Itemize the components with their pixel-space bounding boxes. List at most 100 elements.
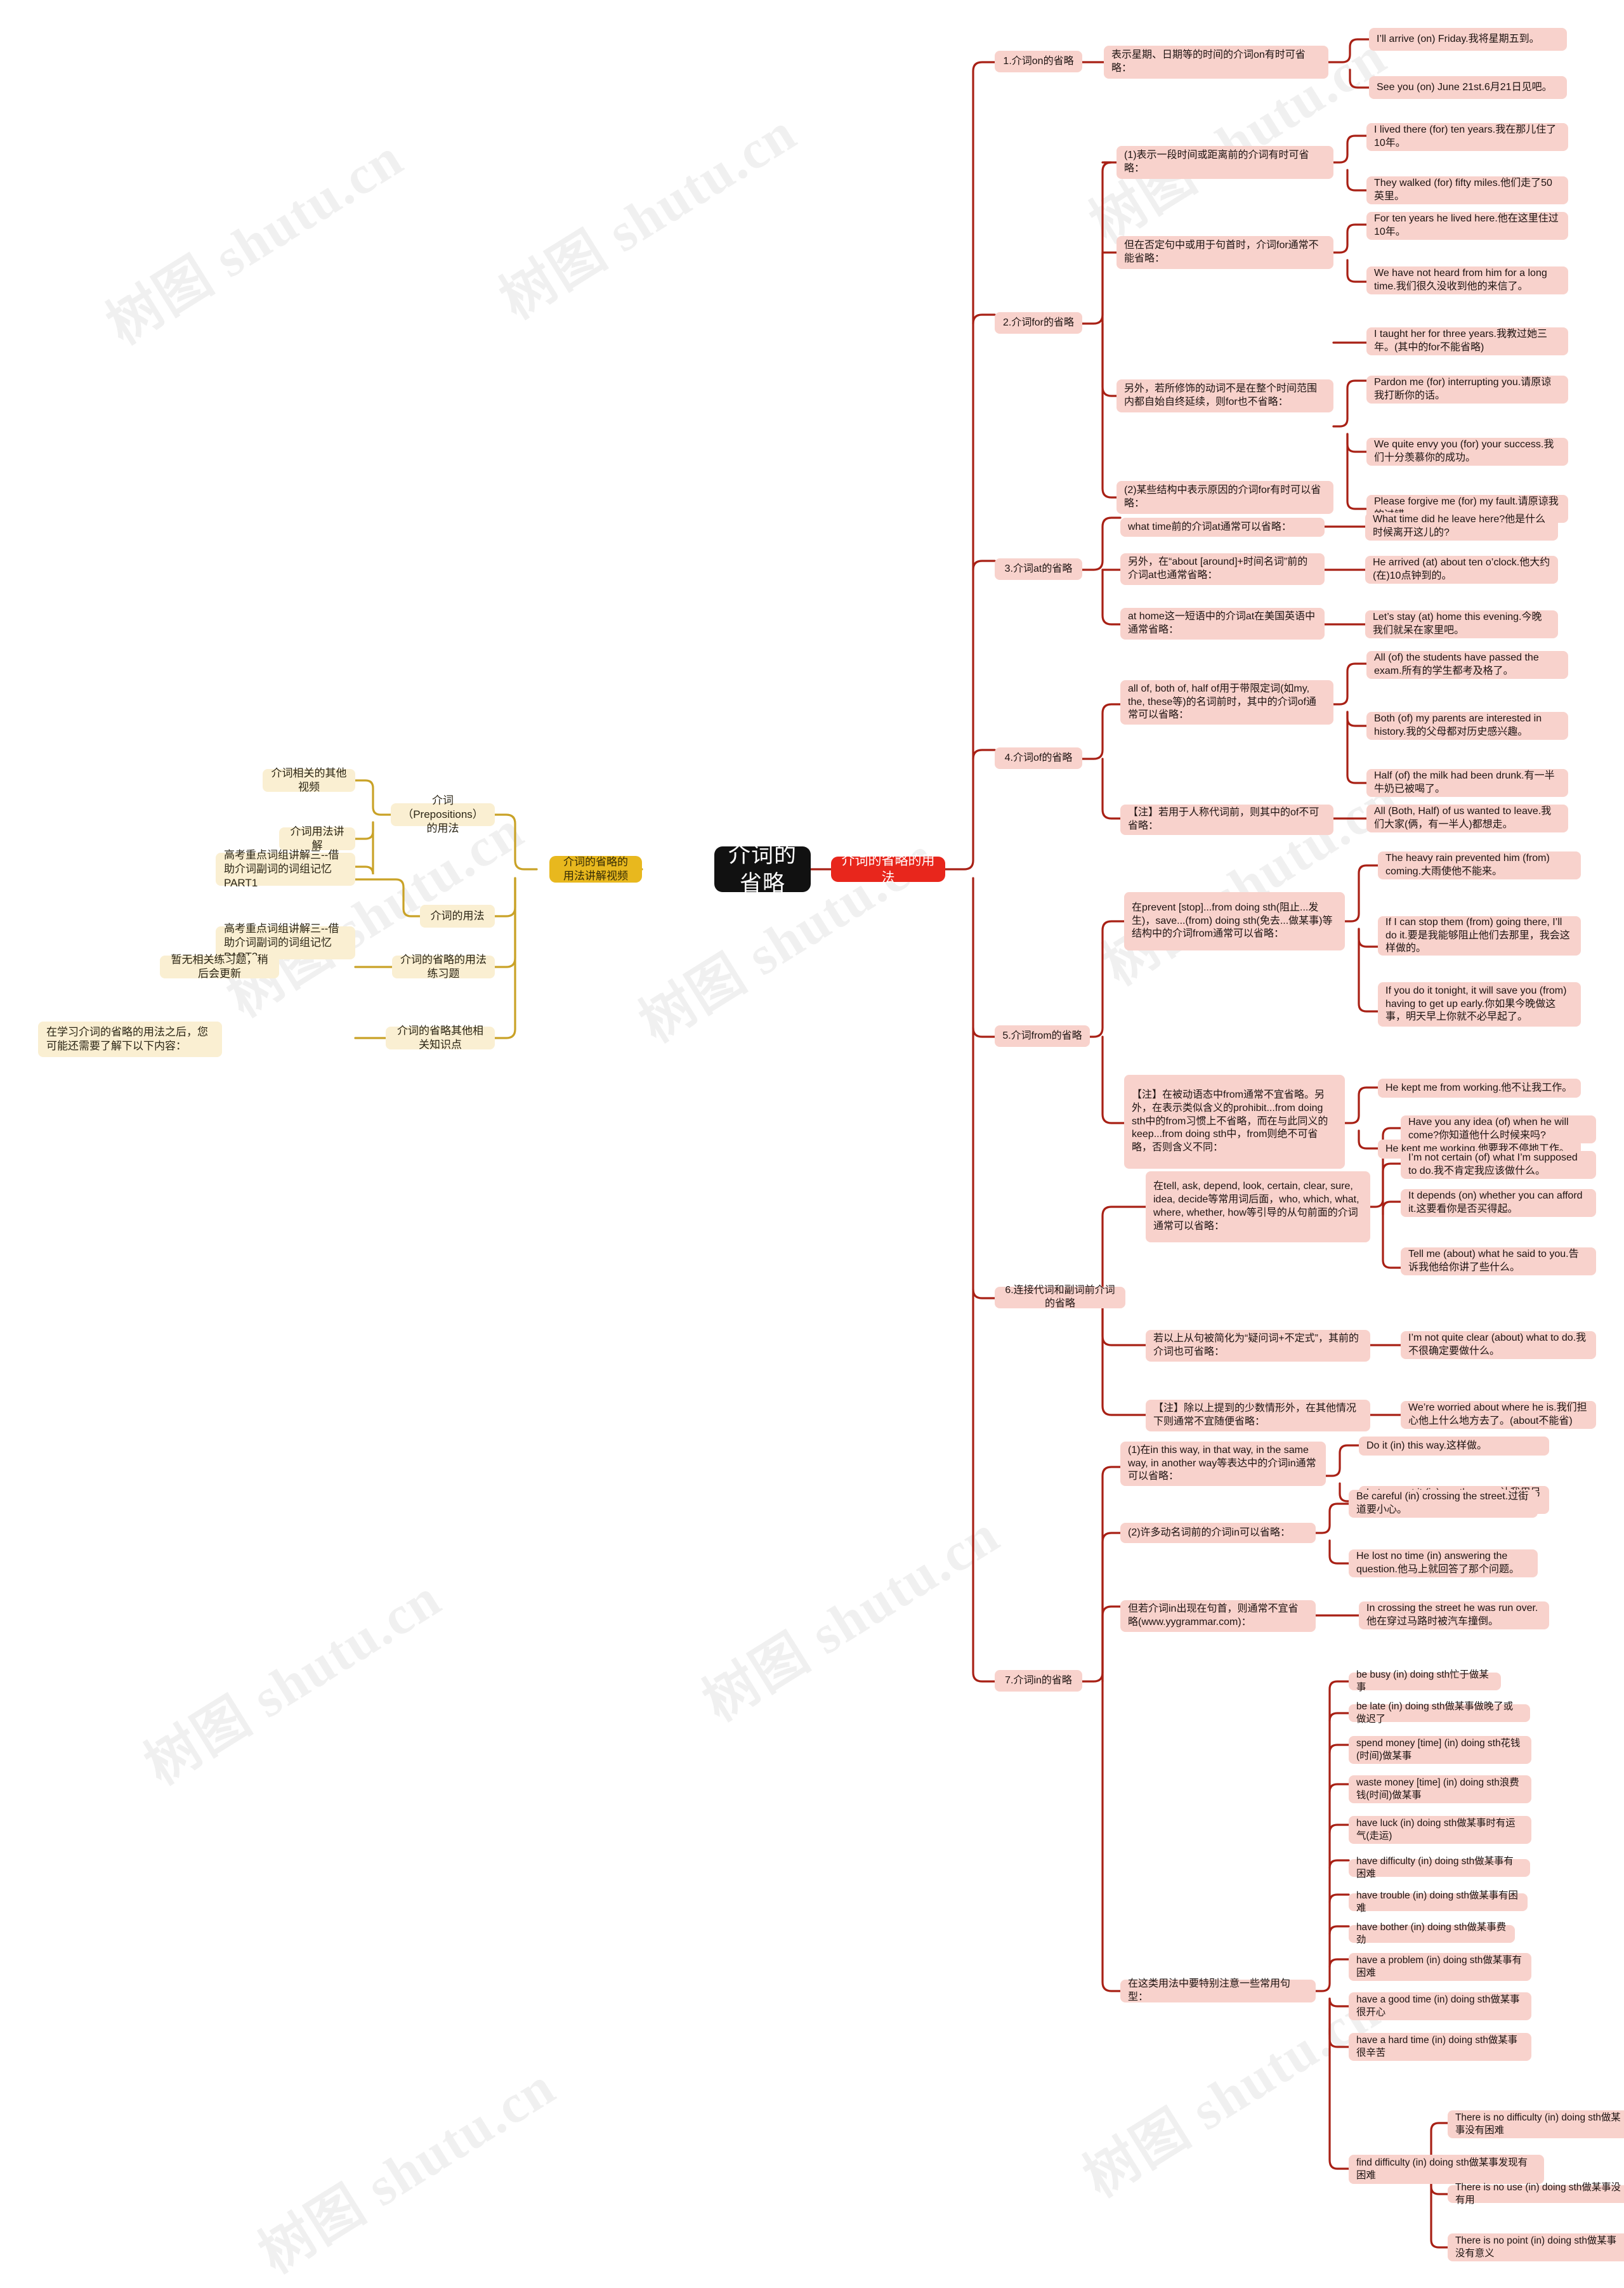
- phrase-node[interactable]: waste money [time] (in) doing sth浪费钱(时间)…: [1349, 1775, 1531, 1803]
- rule-node[interactable]: 在这类用法中要特别注意一些常用句型：: [1120, 1978, 1316, 2002]
- phrase-text: have luck (in) doing sth做某事时有运气(走运): [1356, 1817, 1516, 1841]
- section-label: 6.连接代词和副词前介词的省略: [1005, 1285, 1115, 1309]
- left-leaf-other-videos[interactable]: 介词相关的其他视频: [263, 767, 355, 793]
- rule-text: 另外，在“about [around]+时间名词”前的介词at也通常省略：: [1128, 556, 1308, 581]
- nested-example-node[interactable]: There is no point (in) doing sth做某事没有意义: [1448, 2233, 1624, 2261]
- nested-example-node[interactable]: There is no difficulty (in) doing sth做某事…: [1448, 2110, 1624, 2138]
- example-text: He kept me from working.他不让我工作。: [1385, 1082, 1573, 1093]
- rule-node[interactable]: what time前的介词at通常可以省略：: [1120, 518, 1325, 537]
- rule-text: 表示星期、日期等的时间的介词on有时可省略：: [1111, 49, 1306, 74]
- example-text: Tell me (about) what he said to you.告诉我他…: [1408, 1249, 1579, 1273]
- rule-node[interactable]: (1)在in this way, in that way, in the sam…: [1120, 1442, 1326, 1486]
- example-node[interactable]: All (of) the students have passed the ex…: [1366, 651, 1568, 679]
- nested-phrase-text: find difficulty (in) doing sth做某事发现有困难: [1356, 2157, 1528, 2181]
- example-node[interactable]: I taught her for three years.我教过她三年。(其中的…: [1366, 327, 1568, 355]
- rule-node[interactable]: (1)表示一段时间或距离前的介词有时可省略：: [1116, 146, 1333, 179]
- section-2-node[interactable]: 2.介词for的省略: [995, 312, 1082, 334]
- rule-node[interactable]: 若以上从句被简化为“疑问词+不定式”，其前的介词也可省略：: [1146, 1330, 1370, 1362]
- example-node[interactable]: I’m not quite clear (about) what to do.我…: [1401, 1331, 1596, 1359]
- section-7-node[interactable]: 7.介词in的省略: [995, 1670, 1082, 1692]
- example-node[interactable]: He arrived (at) about ten o’clock.他大约(在)…: [1365, 556, 1558, 584]
- example-node[interactable]: For ten years he lived here.他在这里住过10年。: [1366, 212, 1568, 240]
- example-node[interactable]: It depends (on) whether you can afford i…: [1401, 1189, 1596, 1217]
- rule-node[interactable]: 在tell, ask, depend, look, certain, clear…: [1146, 1171, 1370, 1242]
- example-node[interactable]: Both (of) my parents are interested in h…: [1366, 712, 1568, 740]
- rule-node[interactable]: 【注】若用于人称代词前，则其中的of不可省略：: [1120, 805, 1333, 835]
- left-group-preposition-usage[interactable]: 介词的用法: [420, 905, 495, 928]
- left-group-related-knowledge[interactable]: 介词的省略其他相关知识点: [386, 1025, 495, 1051]
- example-node[interactable]: Tell me (about) what he said to you.告诉我他…: [1401, 1247, 1596, 1275]
- example-text: We have not heard from him for a long ti…: [1374, 268, 1547, 292]
- section-3-node[interactable]: 3.介词at的省略: [995, 558, 1082, 580]
- phrase-node[interactable]: have trouble (in) doing sth做某事有困难: [1349, 1890, 1528, 1914]
- example-node[interactable]: Do it (in) this way.这样做。: [1359, 1437, 1549, 1456]
- example-text: In crossing the street he was run over.他…: [1366, 1603, 1538, 1627]
- rule-node[interactable]: at home这一短语中的介词at在美国英语中通常省略：: [1120, 608, 1325, 640]
- nested-phrase-node[interactable]: find difficulty (in) doing sth做某事发现有困难: [1349, 2155, 1544, 2184]
- example-node[interactable]: In crossing the street he was run over.他…: [1359, 1601, 1549, 1629]
- root-node[interactable]: 介词的省略: [714, 843, 811, 896]
- example-node[interactable]: He kept me from working.他不让我工作。: [1378, 1079, 1581, 1098]
- example-node[interactable]: Have you any idea (of) when he will come…: [1401, 1115, 1596, 1143]
- example-text: He arrived (at) about ten o’clock.他大约(在)…: [1373, 557, 1550, 581]
- example-node[interactable]: I’ll arrive (on) Friday.我将星期五到。: [1369, 28, 1567, 51]
- example-node[interactable]: Be careful (in) crossing the street.过街道要…: [1349, 1490, 1538, 1518]
- section-5-node[interactable]: 5.介词from的省略: [995, 1025, 1090, 1047]
- phrase-node[interactable]: have a problem (in) doing sth做某事有困难: [1349, 1953, 1531, 1981]
- phrase-node[interactable]: have a good time (in) doing sth做某事很开心: [1349, 1992, 1531, 2020]
- example-node[interactable]: Half (of) the milk had been drunk.有一半牛奶已…: [1366, 769, 1568, 797]
- section-6-node[interactable]: 6.连接代词和副词前介词的省略: [995, 1285, 1125, 1309]
- example-text: Have you any idea (of) when he will come…: [1408, 1117, 1569, 1141]
- rule-node[interactable]: 但在否定句中或用于句首时，介词for通常不能省略：: [1116, 236, 1333, 269]
- left-leaf-usage-explain[interactable]: 介词用法讲解: [279, 825, 355, 851]
- example-text: If you do it tonight, it will save you (…: [1385, 985, 1567, 1023]
- example-node[interactable]: Let’s stay (at) home this evening.今晚我们就呆…: [1365, 610, 1558, 638]
- section-1-node[interactable]: 1.介词on的省略: [995, 51, 1082, 72]
- example-node[interactable]: If you do it tonight, it will save you (…: [1378, 982, 1581, 1027]
- example-node[interactable]: He lost no time (in) answering the quest…: [1349, 1549, 1538, 1577]
- rule-node[interactable]: 【注】除以上提到的少数情形外，在其他情况下则通常不宜随便省略：: [1146, 1400, 1370, 1431]
- rule-node[interactable]: (2)许多动名词前的介词in可以省略：: [1120, 1523, 1316, 1543]
- example-node[interactable]: They walked (for) fifty miles.他们走了50英里。: [1366, 176, 1568, 204]
- section-4-node[interactable]: 4.介词of的省略: [995, 747, 1082, 769]
- example-node[interactable]: Pardon me (for) interrupting you.请原谅我打断你…: [1366, 376, 1568, 404]
- rule-node[interactable]: (2)某些结构中表示原因的介词for有时可以省略：: [1116, 481, 1333, 514]
- example-text: They walked (for) fifty miles.他们走了50英里。: [1374, 178, 1552, 202]
- example-node[interactable]: We quite envy you (for) your success.我们十…: [1366, 438, 1568, 466]
- left-hub-node[interactable]: 介词的省略的用法讲解视频: [549, 856, 642, 883]
- left-leaf-part1[interactable]: 高考重点词组讲解三--借助介词副词的词组记忆PART1: [216, 849, 355, 889]
- phrase-node[interactable]: have a hard time (in) doing sth做某事很辛苦: [1349, 2033, 1531, 2061]
- example-node[interactable]: What time did he leave here?他是什么时候离开这儿的?: [1365, 513, 1558, 541]
- rule-node[interactable]: 在prevent [stop]...from doing sth(阻止...发生…: [1124, 892, 1345, 950]
- phrase-node[interactable]: have difficulty (in) doing sth做某事有困难: [1349, 1856, 1530, 1879]
- phrase-node[interactable]: have bother (in) doing sth做某事费劲: [1349, 1922, 1515, 1945]
- rule-node[interactable]: 但若介词in出现在句首，则通常不宜省略(www.yygrammar.com)：: [1120, 1600, 1316, 1632]
- example-node[interactable]: We have not heard from him for a long ti…: [1366, 266, 1568, 294]
- left-leaf-further-reading[interactable]: 在学习介词的省略的用法之后，您可能还需要了解下以下内容：: [38, 1022, 222, 1057]
- phrase-node[interactable]: have luck (in) doing sth做某事时有运气(走运): [1349, 1816, 1531, 1844]
- left-group-exercises[interactable]: 介词的省略的用法练习题: [392, 954, 495, 980]
- phrase-text: have a hard time (in) doing sth做某事很辛苦: [1356, 2034, 1518, 2058]
- section-label: 7.介词in的省略: [1005, 1674, 1072, 1686]
- example-text: I’ll arrive (on) Friday.我将星期五到。: [1377, 33, 1540, 44]
- left-group-prepositions-usage[interactable]: 介词（Prepositions）的用法: [391, 794, 495, 834]
- phrase-node[interactable]: spend money [time] (in) doing sth花钱(时间)做…: [1349, 1736, 1531, 1764]
- rule-text: what time前的介词at通常可以省略：: [1128, 521, 1292, 532]
- example-node[interactable]: See you (on) June 21st.6月21日见吧。: [1369, 76, 1567, 99]
- example-node[interactable]: All (Both, Half) of us wanted to leave.我…: [1366, 805, 1568, 832]
- phrase-node[interactable]: be late (in) doing sth做某事做晚了或做迟了: [1349, 1701, 1530, 1725]
- example-node[interactable]: The heavy rain prevented him (from) comi…: [1378, 851, 1581, 879]
- rule-node[interactable]: all of, both of, half of用于带限定词(如my, the,…: [1120, 680, 1333, 725]
- rule-node[interactable]: 另外，在“about [around]+时间名词”前的介词at也通常省略：: [1120, 553, 1325, 585]
- right-hub-node[interactable]: 介词的省略的用法: [831, 853, 945, 885]
- example-node[interactable]: We’re worried about where he is.我们担心他上什么…: [1401, 1401, 1596, 1429]
- rule-node[interactable]: 【注】在被动语态中from通常不宜省略。另外，在表示类似含义的prohibit.…: [1124, 1075, 1345, 1169]
- left-leaf-no-exercises[interactable]: 暂无相关练习题，稍后会更新: [160, 954, 279, 980]
- example-node[interactable]: If I can stop them (from) going there, I…: [1378, 916, 1581, 956]
- rule-node[interactable]: 表示星期、日期等的时间的介词on有时可省略：: [1104, 46, 1328, 79]
- example-node[interactable]: I’m not certain (of) what I’m supposed t…: [1401, 1151, 1596, 1179]
- phrase-node[interactable]: be busy (in) doing sth忙于做某事: [1349, 1669, 1501, 1693]
- rule-node[interactable]: 另外，若所修饰的动词不是在整个时间范围内都自始自终延续，则for也不省略：: [1116, 379, 1333, 412]
- example-node[interactable]: I lived there (for) ten years.我在那儿住了10年。: [1366, 123, 1568, 151]
- nested-example-node[interactable]: There is no use (in) doing sth做某事没有用: [1448, 2182, 1624, 2206]
